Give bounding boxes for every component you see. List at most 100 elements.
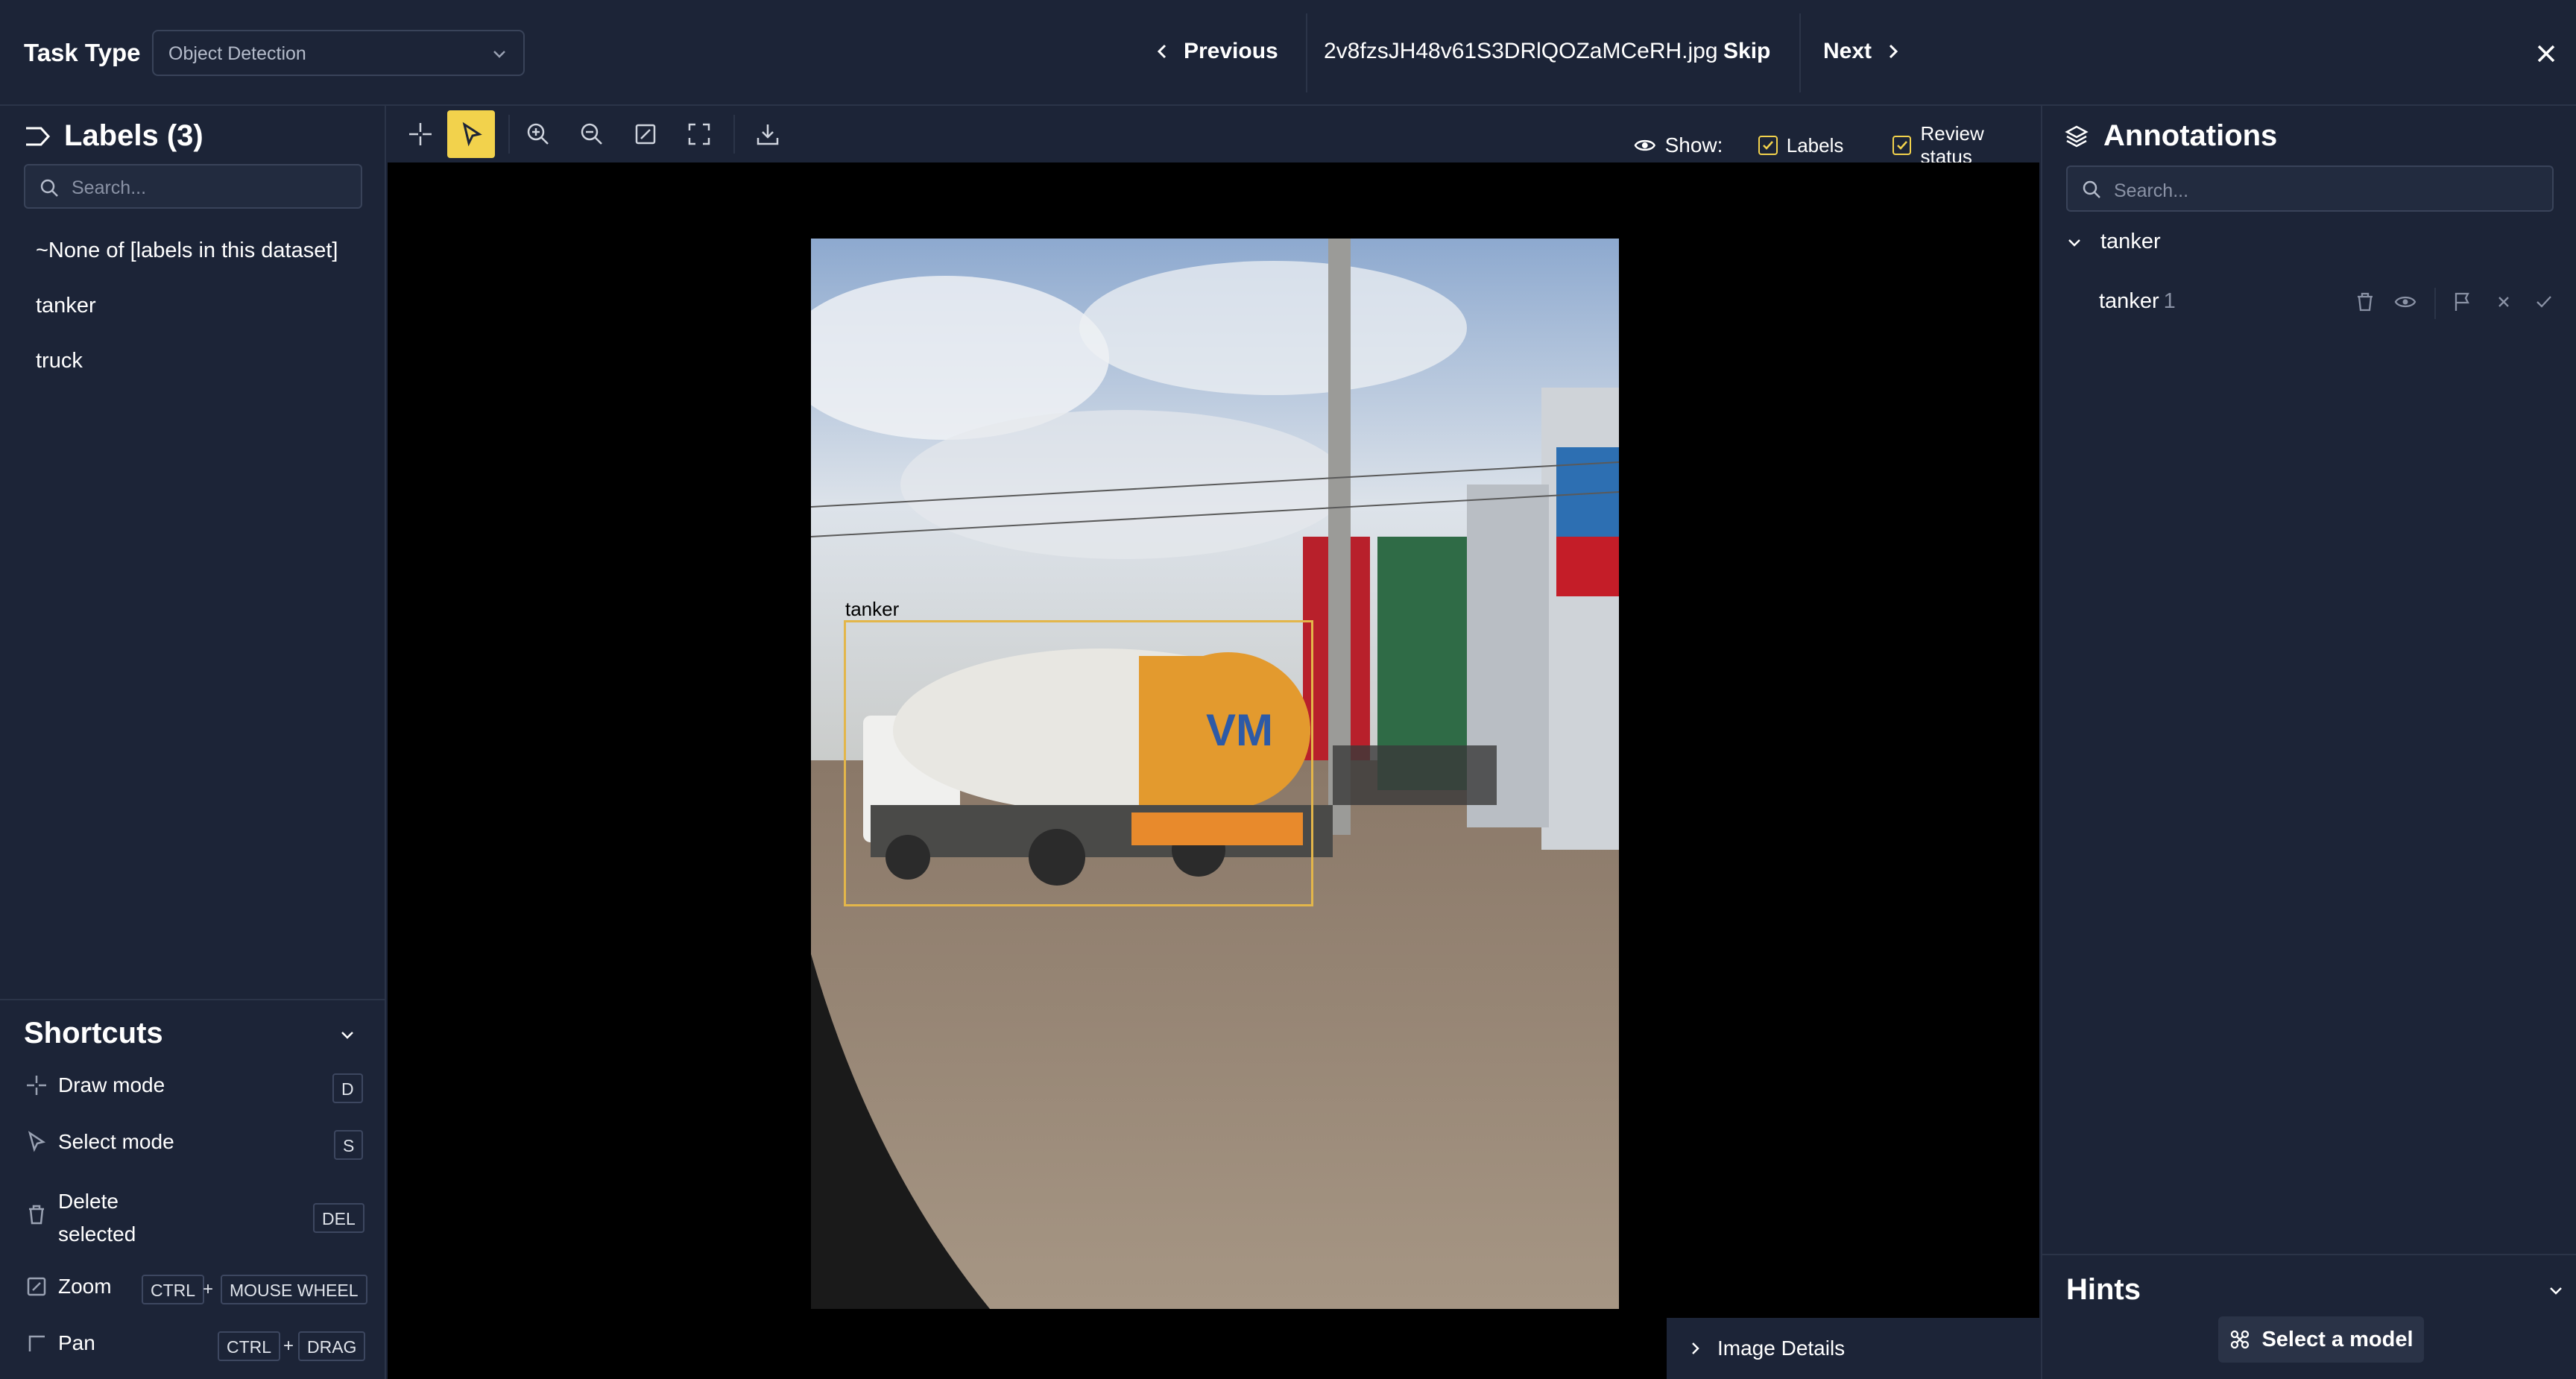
annotation-item[interactable]: tanker 1 <box>2099 289 2176 314</box>
labels-title: Labels (3) <box>64 119 203 152</box>
key-badge: MOUSE WHEEL <box>221 1275 367 1304</box>
key-badge: DEL <box>313 1203 364 1233</box>
check-icon <box>2536 296 2551 308</box>
check-icon <box>1896 141 1907 150</box>
annotations-header: Annotations <box>2065 119 2277 153</box>
review-status-toggle-label: Review status <box>1920 122 1984 168</box>
zoom-in-button[interactable] <box>514 110 562 158</box>
skip-button[interactable]: Skip <box>1723 39 1770 64</box>
trash-icon <box>29 1205 44 1225</box>
task-type-value: Object Detection <box>168 43 306 64</box>
next-button[interactable]: Next <box>1823 39 1900 64</box>
eye-icon <box>2394 296 2416 308</box>
chevron-left-icon <box>1157 44 1167 59</box>
eye-icon <box>1634 139 1655 151</box>
flag-icon <box>2455 292 2469 311</box>
annotations-search-input[interactable]: Search... <box>2066 165 2554 212</box>
plus-sign: + <box>283 1336 294 1356</box>
toggle-visibility-button[interactable] <box>2393 289 2418 315</box>
labels-search-input[interactable]: Search... <box>24 164 362 209</box>
label-item-none[interactable]: ~None of [labels in this dataset] <box>36 239 338 263</box>
annotations-search-placeholder: Search... <box>2114 180 2189 201</box>
fit-to-screen-button[interactable] <box>622 110 669 158</box>
select-model-label: Select a model <box>2261 1327 2414 1351</box>
annotation-item-index: 1 <box>2163 289 2176 313</box>
pointer-icon <box>28 1131 46 1152</box>
review-status-checkbox[interactable] <box>1892 136 1912 155</box>
shortcut-label: Delete selected <box>58 1185 136 1251</box>
key-badge: CTRL <box>142 1275 205 1304</box>
shortcut-label: Pan <box>58 1331 95 1354</box>
annotation-canvas[interactable]: VM tanker Image Details <box>388 162 2039 1379</box>
shortcut-label-line1: Delete <box>58 1190 119 1213</box>
filename: 2v8fzsJH48v61S3DRlQOZaMCeRH.jpg <box>1324 39 1718 63</box>
shortcut-label-line2: selected <box>58 1222 136 1246</box>
zoom-out-icon <box>581 123 602 145</box>
task-type-select[interactable]: Object Detection <box>152 30 525 76</box>
select-mode-button[interactable] <box>447 110 495 158</box>
download-icon <box>757 124 779 145</box>
shortcut-pan: Pan <box>25 1331 95 1355</box>
top-bar: Task Type Object Detection Previous 2v8f… <box>0 0 2576 106</box>
zoom-in-icon <box>527 123 549 145</box>
task-type-label: Task Type <box>24 39 141 66</box>
hints-title: Hints <box>2066 1273 2141 1306</box>
fit-icon <box>635 124 656 145</box>
shortcuts-panel: Shortcuts Draw mode D Select mode S Dele… <box>0 999 385 1379</box>
label-tag-icon <box>26 127 51 145</box>
draw-mode-button[interactable] <box>397 110 444 158</box>
chevron-down-icon <box>2068 239 2080 247</box>
reject-annotation-button[interactable] <box>2491 289 2516 315</box>
previous-button[interactable]: Previous <box>1155 39 1278 64</box>
key-badge: S <box>334 1130 364 1160</box>
image-details-label: Image Details <box>1717 1337 1846 1360</box>
trash-icon <box>2358 292 2373 312</box>
image-details-toggle[interactable]: Image Details <box>1667 1318 2039 1379</box>
fullscreen-button[interactable] <box>675 110 723 158</box>
close-icon[interactable] <box>2531 39 2561 69</box>
search-icon <box>40 179 58 197</box>
annotations-title: Annotations <box>2103 119 2278 152</box>
labels-header: Labels (3) <box>24 119 203 153</box>
accept-annotation-button[interactable] <box>2531 289 2557 315</box>
shortcuts-title: Shortcuts <box>24 1017 163 1050</box>
layers-icon <box>2065 125 2089 147</box>
chevron-right-icon <box>1889 44 1898 59</box>
chevron-down-icon[interactable] <box>2548 1282 2564 1298</box>
chevron-down-icon[interactable] <box>338 1026 356 1044</box>
flag-annotation-button[interactable] <box>2449 289 2475 315</box>
select-model-button[interactable]: Select a model <box>2218 1316 2424 1363</box>
canvas-toolbar: Show: Labels Review status <box>388 106 2039 168</box>
annotation-group-tanker[interactable]: tanker <box>2066 230 2161 254</box>
annotation-group-name: tanker <box>2100 230 2161 253</box>
shortcut-select-mode: Select mode <box>25 1130 174 1154</box>
shortcut-draw-mode: Draw mode <box>25 1073 165 1097</box>
shortcut-zoom: Zoom <box>25 1275 112 1298</box>
chevron-right-icon <box>1692 1342 1699 1354</box>
divider <box>733 115 735 154</box>
divider <box>2434 288 2436 319</box>
shortcut-label: Select mode <box>58 1130 174 1153</box>
hints-panel: Hints Select a model <box>2042 1254 2576 1379</box>
model-icon <box>2231 1330 2250 1349</box>
download-button[interactable] <box>744 110 792 158</box>
next-label: Next <box>1823 39 1872 63</box>
pointer-icon <box>462 122 482 147</box>
crosshair-icon <box>409 123 432 145</box>
label-item-truck[interactable]: truck <box>36 349 83 373</box>
delete-annotation-button[interactable] <box>2352 289 2378 315</box>
key-badge: CTRL <box>218 1331 281 1361</box>
shortcut-label: Zoom <box>58 1275 112 1298</box>
label-item-tanker[interactable]: tanker <box>36 294 96 318</box>
labels-checkbox[interactable] <box>1758 136 1778 155</box>
labels-toggle-label: Labels <box>1786 133 1844 157</box>
crosshair-icon <box>27 1076 46 1095</box>
plus-sign: + <box>203 1279 214 1299</box>
chevron-down-icon <box>493 51 505 58</box>
show-label: Show: <box>1664 133 1723 157</box>
bounding-box[interactable] <box>844 620 1313 906</box>
x-icon <box>2498 297 2509 307</box>
zoom-out-button[interactable] <box>568 110 616 158</box>
divider <box>1799 13 1801 92</box>
previous-label: Previous <box>1184 39 1278 63</box>
